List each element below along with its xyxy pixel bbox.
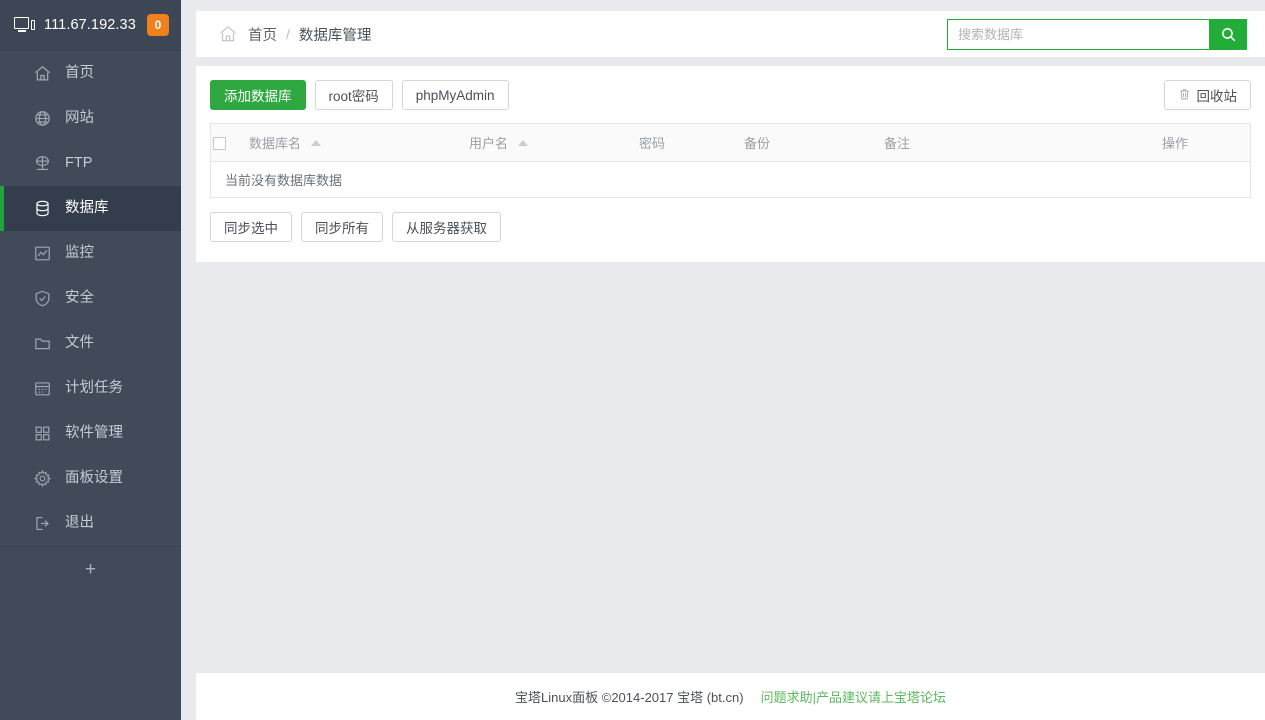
main-area: 首页 / 数据库管理 添加数据库 root密 [181, 0, 1265, 720]
sidebar-item-website[interactable]: 网站 [0, 96, 181, 141]
sidebar-item-label: 文件 [65, 336, 94, 351]
column-label: 备份 [744, 136, 770, 151]
phpmyadmin-button[interactable]: phpMyAdmin [402, 80, 509, 110]
monitor-chart-icon [33, 244, 52, 263]
footer-copyright: 宝塔Linux面板 ©2014-2017 宝塔 (bt.cn) [515, 687, 744, 706]
sidebar: 111.67.192.33 0 首页 [0, 0, 181, 720]
search-input[interactable] [947, 19, 1209, 50]
ftp-icon [33, 154, 52, 173]
breadcrumb: 首页 / 数据库管理 [218, 24, 947, 45]
sidebar-nav: 首页 网站 FTP [0, 51, 181, 546]
logout-icon [33, 514, 52, 533]
column-label: 密码 [639, 136, 665, 151]
table-head: 数据库名 用户名 密码 [211, 124, 1250, 161]
database-panel: 添加数据库 root密码 phpMyAdmin [196, 66, 1265, 262]
table-header-backup: 备份 [742, 124, 882, 161]
column-label: 用户名 [469, 136, 508, 151]
table-header-dbname[interactable]: 数据库名 [247, 124, 467, 161]
select-all-checkbox[interactable] [213, 137, 226, 150]
sync-all-button[interactable]: 同步所有 [301, 212, 383, 242]
database-table-wrapper: 数据库名 用户名 密码 [210, 123, 1251, 198]
recycle-bin-button[interactable]: 回收站 [1164, 80, 1252, 110]
monitor-icon [14, 17, 35, 34]
page-footer: 宝塔Linux面板 ©2014-2017 宝塔 (bt.cn) 问题求助|产品建… [196, 672, 1265, 720]
sidebar-item-label: 首页 [65, 66, 94, 81]
shield-icon [33, 289, 52, 308]
table-header-username[interactable]: 用户名 [467, 124, 637, 161]
sidebar-item-label: FTP [65, 156, 92, 171]
sidebar-host-bar[interactable]: 111.67.192.33 0 [0, 0, 181, 51]
folder-icon [33, 334, 52, 353]
top-bar-inner: 首页 / 数据库管理 [196, 11, 1265, 57]
toolbar-right-group: 回收站 [1164, 80, 1252, 110]
table-header-row: 数据库名 用户名 密码 [211, 124, 1250, 161]
table-header-note: 备注 [882, 124, 1160, 161]
search-box [947, 19, 1247, 50]
sidebar-item-software[interactable]: 软件管理 [0, 411, 181, 456]
sync-selected-button[interactable]: 同步选中 [210, 212, 292, 242]
home-icon[interactable] [218, 24, 238, 44]
breadcrumb-current: 数据库管理 [299, 24, 372, 45]
sidebar-item-label: 数据库 [65, 201, 109, 216]
table-body: 当前没有数据库数据 [211, 161, 1250, 197]
table-header-checkbox-cell [211, 124, 247, 161]
column-label: 操作 [1162, 136, 1188, 151]
database-icon [33, 199, 52, 218]
table-empty-message: 当前没有数据库数据 [211, 161, 1250, 197]
search-button[interactable] [1209, 19, 1247, 50]
database-table: 数据库名 用户名 密码 [211, 124, 1250, 197]
top-bar: 首页 / 数据库管理 [181, 0, 1265, 66]
sidebar-filler [0, 591, 181, 720]
trash-icon [1178, 87, 1191, 104]
table-header-password: 密码 [637, 124, 742, 161]
sidebar-item-label: 面板设置 [65, 471, 123, 486]
calendar-icon [33, 379, 52, 398]
bottom-actions: 同步选中 同步所有 从服务器获取 [210, 212, 1251, 242]
sidebar-item-label: 网站 [65, 111, 94, 126]
host-notification-badge[interactable]: 0 [147, 14, 169, 36]
sidebar-item-monitor[interactable]: 监控 [0, 231, 181, 276]
column-label: 备注 [884, 136, 910, 151]
breadcrumb-home-link[interactable]: 首页 [248, 24, 277, 45]
footer-forum-link[interactable]: 问题求助|产品建议请上宝塔论坛 [761, 687, 946, 706]
add-database-button[interactable]: 添加数据库 [210, 80, 306, 110]
content-area: 添加数据库 root密码 phpMyAdmin [181, 66, 1265, 672]
gear-icon [33, 469, 52, 488]
sidebar-item-label: 计划任务 [65, 381, 123, 396]
sidebar-item-logout[interactable]: 退出 [0, 501, 181, 546]
sidebar-item-files[interactable]: 文件 [0, 321, 181, 366]
sidebar-item-label: 退出 [65, 516, 94, 531]
sort-asc-icon[interactable] [311, 140, 321, 146]
sidebar-item-security[interactable]: 安全 [0, 276, 181, 321]
table-header-operations: 操作 [1160, 124, 1250, 161]
content-spacer [196, 262, 1265, 672]
globe-icon [33, 109, 52, 128]
table-empty-row: 当前没有数据库数据 [211, 161, 1250, 197]
host-ip-label: 111.67.192.33 [44, 17, 147, 33]
breadcrumb-separator: / [286, 26, 290, 42]
recycle-bin-label: 回收站 [1197, 85, 1238, 105]
sidebar-item-database[interactable]: 数据库 [0, 186, 181, 231]
sort-asc-icon[interactable] [518, 140, 528, 146]
plus-icon: + [85, 560, 96, 579]
apps-icon [33, 424, 52, 443]
sidebar-item-panel-settings[interactable]: 面板设置 [0, 456, 181, 501]
home-icon [33, 64, 52, 83]
sidebar-item-cron[interactable]: 计划任务 [0, 366, 181, 411]
sidebar-item-label: 安全 [65, 291, 94, 306]
root-password-button[interactable]: root密码 [315, 80, 393, 110]
sidebar-item-label: 软件管理 [65, 426, 123, 441]
panel-toolbar: 添加数据库 root密码 phpMyAdmin [210, 80, 1251, 110]
sidebar-item-label: 监控 [65, 246, 94, 261]
app-root: 111.67.192.33 0 首页 [0, 0, 1265, 720]
sidebar-item-ftp[interactable]: FTP [0, 141, 181, 186]
sidebar-item-home[interactable]: 首页 [0, 51, 181, 96]
sidebar-add-button[interactable]: + [0, 546, 181, 591]
fetch-from-server-button[interactable]: 从服务器获取 [392, 212, 501, 242]
column-label: 数据库名 [249, 136, 301, 151]
